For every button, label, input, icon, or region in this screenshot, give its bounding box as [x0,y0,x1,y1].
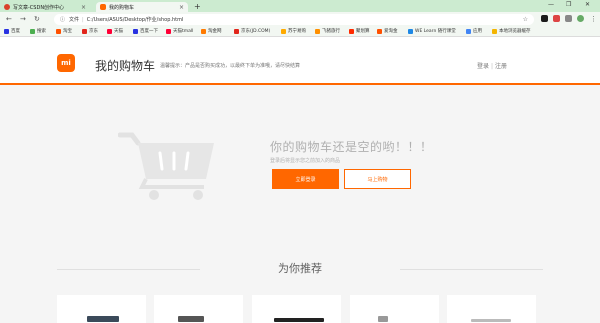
extensions-puzzle-icon[interactable] [565,15,572,22]
apps-grid-icon [466,28,471,34]
bookmark-item[interactable]: 淘宝 [56,28,72,34]
shop-now-button[interactable]: 马上购物 [344,169,411,189]
bookmark-item[interactable]: 本地浏览器缓存 [492,28,531,34]
restore-button[interactable]: ❐ [566,1,571,8]
bookmark-item[interactable]: 淘金网 [201,28,222,34]
mi-logo[interactable]: mi [57,54,75,72]
mi-favicon-icon [100,4,106,10]
bookmark-icon [4,28,9,34]
bookmark-icon [133,28,138,34]
menu-icon[interactable]: ⋮ [590,15,597,23]
bookmark-item[interactable]: 聚划算 [349,28,370,34]
empty-cart-subtitle: 登录后将显示您之前加入的商品 [270,158,341,164]
minimize-button[interactable]: — [548,1,554,8]
product-card[interactable] [154,295,243,323]
address-url: C:/Users/ASUS/Desktop/作业/shop.html [86,17,184,23]
header-tip: 温馨提示：产品是否购买成功，以最终下单为准哦，请尽快结算 [160,63,301,69]
back-button[interactable]: ← [6,15,12,23]
bookmark-icon [234,28,239,34]
bookmark-item[interactable]: 百度一下 [133,28,158,34]
bookmark-item[interactable]: 京东 [82,28,98,34]
bookmark-item[interactable]: 应用 [466,28,482,34]
address-info-label: 文件 [69,17,80,23]
reload-button[interactable]: ↻ [34,15,40,23]
bookmark-icon [349,28,354,34]
product-card[interactable] [350,295,439,323]
tab-close-icon[interactable]: × [81,4,86,11]
csdn-favicon-icon [4,4,10,10]
bookmark-item[interactable]: 天猫 [107,28,123,34]
bookmark-icon [166,28,171,34]
product-image [274,318,324,322]
tab-csdn[interactable]: 写文章-CSDN创作中心 × [0,2,90,12]
bookmark-icon [408,28,413,34]
bookmarks-bar: 百度 搜索 淘宝 京东 天猫 百度一下 天猫tmall 淘金网 京东(JD.CO… [0,27,600,37]
bookmark-item[interactable]: 搜索 [30,28,46,34]
bookmark-icon [107,28,112,34]
auth-links: 登录 | 注册 [477,63,508,70]
product-card[interactable] [57,295,146,323]
product-card[interactable] [447,295,536,323]
extension-icon[interactable] [541,15,548,22]
bookmark-item[interactable]: WE Learn 随行课堂 [408,28,456,34]
product-card[interactable] [252,295,341,323]
address-bar[interactable]: ⓘ 文件 | C:/Users/ASUS/Desktop/作业/shop.htm… [54,14,534,25]
bookmark-icon [281,28,286,34]
profile-avatar[interactable] [577,15,584,22]
bookmark-icon [377,28,382,34]
bookmark-icon [56,28,61,34]
site-header: mi 我的购物车 温馨提示：产品是否购买成功，以最终下单为准哦，请尽快结算 登录… [0,37,600,85]
tab-label: 写文章-CSDN创作中心 [13,4,65,11]
product-image [87,316,119,322]
forward-button[interactable]: → [20,15,26,23]
close-window-button[interactable]: ✕ [585,1,590,8]
extension-icon[interactable] [553,15,560,22]
page-title: 我的购物车 [95,59,156,73]
register-link[interactable]: 注册 [495,63,507,70]
bookmark-item[interactable]: 飞猪旅行 [315,28,340,34]
shopping-cart-icon [118,132,214,200]
empty-cart-title: 你的购物车还是空的哟！！！ [270,140,433,154]
bookmark-item[interactable]: 百度 [4,28,20,34]
bookmark-item[interactable]: 天猫tmall [166,28,193,34]
bookmark-item[interactable]: 苏宁易购 [281,28,306,34]
bookmark-icon [315,28,320,34]
bookmark-icon [30,28,35,34]
bookmark-icon [201,28,206,34]
site-info-icon[interactable]: ⓘ [60,16,65,23]
bookmark-icon [82,28,87,34]
bookmark-item[interactable]: 爱淘金 [377,28,398,34]
bookmark-star-icon[interactable]: ☆ [523,16,528,23]
tab-label: 我的购物车 [109,4,135,11]
tab-cart[interactable]: 我的购物车 × [96,2,188,12]
tab-close-icon[interactable]: × [179,4,184,11]
bookmark-icon [492,28,497,34]
page-content: mi 我的购物车 温馨提示：产品是否购买成功，以最终下单为准哦，请尽快结算 登录… [0,37,600,323]
recommend-title: 为你推荐 [278,262,322,275]
new-tab-button[interactable]: + [194,2,201,11]
product-image [471,319,511,322]
login-link[interactable]: 登录 [477,63,489,70]
browser-toolbar: ← → ↻ ⓘ 文件 | C:/Users/ASUS/Desktop/作业/sh… [0,12,600,27]
login-now-button[interactable]: 立即登录 [272,169,339,189]
browser-tabbar: 写文章-CSDN创作中心 × 我的购物车 × + — ❐ ✕ [0,0,600,12]
product-image [378,316,388,322]
bookmark-item[interactable]: 京东(JD.COM) [234,28,270,34]
product-image [178,316,204,322]
